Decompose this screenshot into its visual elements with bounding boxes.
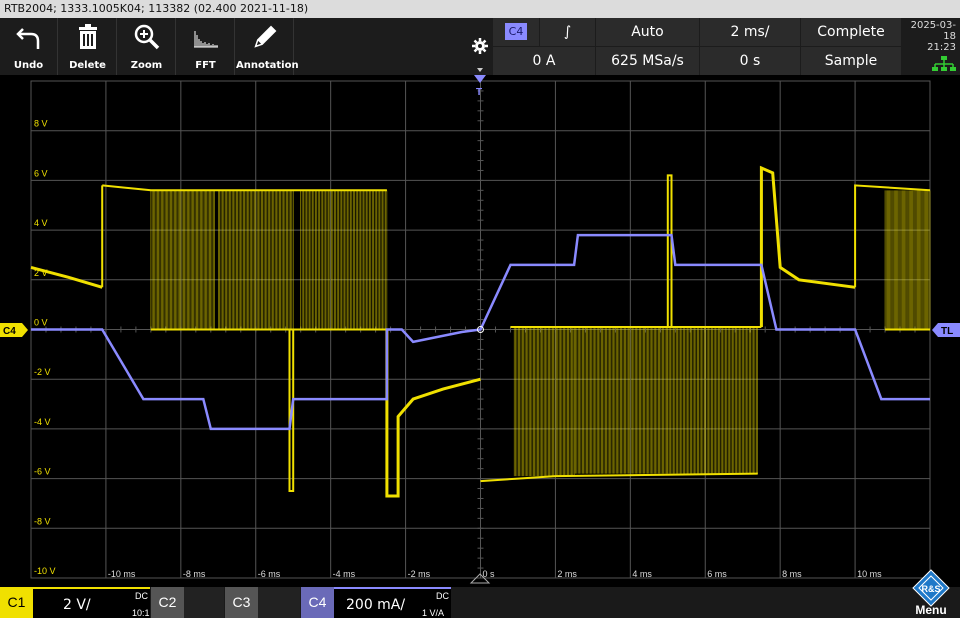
y-axis-tick-label: -10 V bbox=[34, 566, 56, 576]
c1-burst bbox=[884, 190, 931, 330]
delete-button[interactable]: Delete bbox=[59, 18, 117, 75]
x-axis-tick-label: 8 ms bbox=[782, 569, 802, 579]
x-axis-tick-label: -8 ms bbox=[183, 569, 206, 579]
c1-segment bbox=[385, 329, 481, 498]
y-axis-labels: 8 V 6 V 4 V 2 V 0 V -2 V -4 V -6 V -8 V -10 V bbox=[34, 119, 56, 576]
fft-icon bbox=[194, 31, 218, 48]
y-axis-tick-label: 6 V bbox=[34, 168, 48, 178]
menu-button[interactable]: R&S Menu bbox=[902, 568, 960, 618]
x-axis-tick-label: -10 ms bbox=[108, 569, 136, 579]
x-axis-tick-label: 10 ms bbox=[857, 569, 882, 579]
undo-button[interactable]: Undo bbox=[0, 18, 58, 75]
pencil-icon bbox=[254, 25, 277, 48]
network-icon bbox=[932, 56, 956, 71]
time-text: 21:23 bbox=[927, 42, 956, 53]
settings-button[interactable] bbox=[469, 18, 491, 75]
x-axis-tick-label: 4 ms bbox=[632, 569, 652, 579]
channel-4-settings[interactable]: 200 mA/ DC 1 V/A bbox=[334, 587, 451, 618]
channel-4-scale: 200 mA/ bbox=[346, 597, 406, 613]
undo-icon bbox=[16, 28, 40, 49]
channel-2-settings[interactable] bbox=[184, 587, 224, 618]
trigger-source-cell[interactable]: C4 bbox=[493, 18, 539, 46]
fft-label: FFT bbox=[195, 60, 216, 71]
zoom-label: Zoom bbox=[130, 60, 163, 71]
c1-segment bbox=[759, 165, 856, 327]
y-axis-tick-label: -4 V bbox=[34, 417, 51, 427]
x-axis-tick-label: 2 ms bbox=[557, 569, 577, 579]
c1-burst bbox=[573, 327, 669, 474]
waveform-display[interactable]: 8 V 6 V 4 V 2 V 0 V -2 V -4 V -6 V -8 V -10 V -10… bbox=[0, 75, 960, 587]
channel-4-coupling: DC bbox=[436, 591, 449, 601]
c1-burst bbox=[300, 190, 388, 330]
channel-1-tag[interactable]: C1 bbox=[0, 587, 33, 618]
x-axis-tick-label: 6 ms bbox=[707, 569, 727, 579]
trigger-level-marker-label: TL bbox=[941, 326, 953, 337]
zoom-button[interactable]: Zoom bbox=[118, 18, 176, 75]
y-axis-tick-label: -6 V bbox=[34, 467, 51, 477]
annotation-button[interactable]: Annotation bbox=[236, 18, 299, 75]
y-axis-tick-label: 0 V bbox=[34, 318, 48, 328]
datetime: 2025-03-18 21:23 bbox=[903, 20, 959, 75]
y-axis-tick-label: 4 V bbox=[34, 218, 48, 228]
channel-4-probe: 1 V/A bbox=[422, 608, 445, 618]
trash-icon bbox=[79, 24, 97, 49]
c1-burst bbox=[513, 327, 575, 477]
channel-3-tag[interactable]: C3 bbox=[225, 587, 258, 618]
channel-3-settings[interactable] bbox=[258, 587, 300, 618]
y-axis-tick-label: -2 V bbox=[34, 367, 51, 377]
channel-1-settings[interactable]: 2 V/ DC 10:1 bbox=[33, 587, 150, 618]
timebase-scale[interactable]: 2 ms/ bbox=[700, 18, 800, 46]
channel-4-marker[interactable]: C4 bbox=[0, 323, 28, 337]
trigger-level-marker[interactable]: TL bbox=[932, 323, 960, 337]
menu-label: Menu bbox=[915, 603, 947, 617]
y-axis-tick-label: 8 V bbox=[34, 119, 48, 129]
trigger-source-badge: C4 bbox=[505, 23, 527, 40]
channel-4-tag[interactable]: C4 bbox=[301, 587, 334, 618]
undo-label: Undo bbox=[13, 60, 44, 71]
fft-button[interactable]: FFT bbox=[177, 18, 235, 75]
delete-label: Delete bbox=[69, 60, 106, 71]
trigger-mode[interactable]: Auto bbox=[596, 18, 699, 46]
trigger-level[interactable]: 0 A bbox=[493, 47, 595, 75]
channel-4-marker-label: C4 bbox=[3, 326, 16, 337]
timebase-position[interactable]: 0 s bbox=[700, 47, 800, 75]
rs-logo-text: R&S bbox=[921, 584, 940, 594]
date-text: 2025-03-18 bbox=[910, 20, 956, 42]
y-axis-tick-label: 2 V bbox=[34, 268, 48, 278]
annotation-label: Annotation bbox=[236, 60, 299, 71]
channel-1-coupling: DC bbox=[135, 591, 148, 601]
acquisition-mode[interactable]: Sample bbox=[801, 47, 901, 75]
c1-segment bbox=[102, 184, 387, 192]
c1-burst bbox=[150, 190, 215, 330]
trigger-slope[interactable]: ∫ bbox=[540, 18, 595, 46]
channel-1-probe: 10:1 bbox=[132, 608, 150, 618]
trigger-position-marker[interactable]: T bbox=[474, 75, 486, 98]
c1-burst bbox=[667, 327, 758, 474]
gear-icon bbox=[472, 38, 488, 72]
zoom-icon bbox=[134, 24, 160, 50]
x-axis-tick-label: -6 ms bbox=[258, 569, 281, 579]
acquisition-status[interactable]: Complete bbox=[801, 18, 901, 46]
c1-burst bbox=[217, 190, 294, 330]
c1-segment bbox=[480, 472, 758, 483]
channel-2-tag[interactable]: C2 bbox=[151, 587, 184, 618]
waveform-svg: 8 V 6 V 4 V 2 V 0 V -2 V -4 V -6 V -8 V -10 V -10… bbox=[0, 75, 960, 584]
c1-segment bbox=[666, 174, 673, 327]
y-axis-tick-label: -8 V bbox=[34, 516, 51, 526]
window-title: RTB2004; 1333.1005K04; 113382 (02.400 20… bbox=[0, 0, 960, 18]
trigger-position-label: T bbox=[476, 87, 482, 98]
sample-rate[interactable]: 625 MSa/s bbox=[596, 47, 699, 75]
x-axis-tick-label: 0 s bbox=[483, 569, 496, 579]
channel-1-scale: 2 V/ bbox=[63, 597, 91, 613]
x-axis-tick-label: -4 ms bbox=[333, 569, 356, 579]
x-axis-tick-label: -2 ms bbox=[408, 569, 431, 579]
rs-logo-icon: R&S bbox=[912, 569, 950, 607]
channel-bar: C1 2 V/ DC 10:1 C2 C3 C4 200 mA/ DC 1 V/… bbox=[0, 587, 960, 618]
